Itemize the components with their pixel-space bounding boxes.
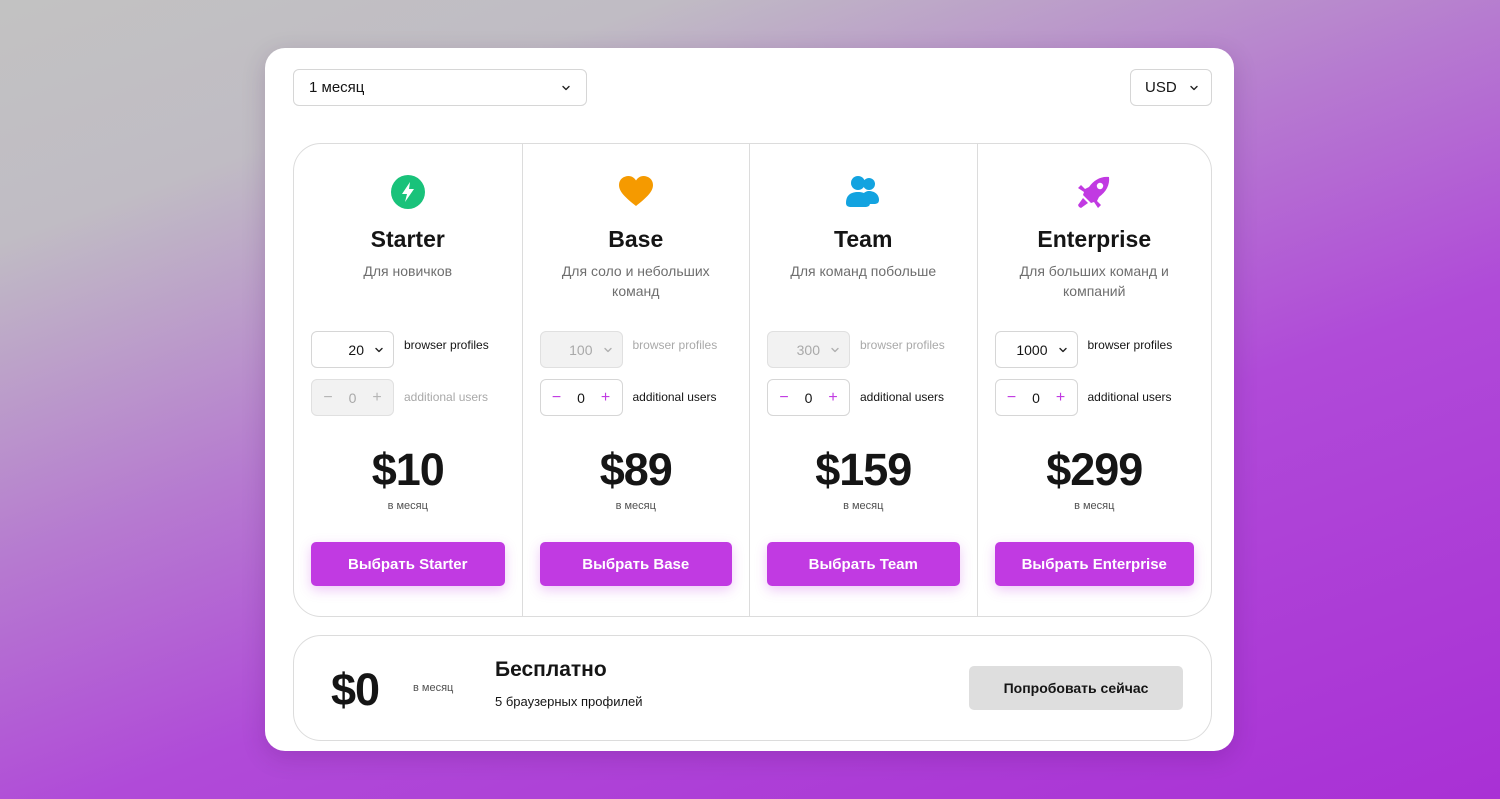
price-period: в месяц — [843, 500, 884, 512]
minus-button[interactable]: − — [549, 389, 565, 406]
price-period: в месяц — [1074, 500, 1115, 512]
chevron-down-icon — [831, 347, 839, 352]
price-period: в месяц — [615, 500, 656, 512]
users-stepper[interactable]: − 0 + — [311, 379, 394, 416]
plan-enterprise: Enterprise Для больших команд и компаний… — [976, 144, 1211, 616]
free-plan-period: в месяц — [413, 682, 454, 694]
profiles-select[interactable]: 300 — [767, 331, 850, 368]
profiles-select[interactable]: 1000 — [994, 331, 1078, 368]
users-value: 0 — [804, 389, 813, 406]
profiles-value: 100 — [569, 341, 593, 358]
users-value: 0 — [577, 389, 585, 406]
users-stepper[interactable]: − 0 + — [767, 379, 850, 416]
plus-button[interactable]: + — [597, 389, 613, 406]
plan-starter: Starter Для новичков 20 browser profiles… — [294, 144, 522, 616]
plus-button[interactable]: + — [825, 389, 841, 406]
plan-team: Team Для команд побольше 300 browser pro… — [749, 144, 977, 616]
plan-price: $159 — [815, 444, 912, 495]
profiles-select[interactable]: 100 — [539, 331, 623, 368]
minus-button[interactable]: − — [776, 389, 792, 406]
free-plan-panel: $0 в месяц Бесплатно 5 браузерных профил… — [293, 635, 1212, 741]
plus-button[interactable]: + — [369, 389, 385, 406]
choose-enterprise-button[interactable]: Выбрать Enterprise — [994, 542, 1194, 586]
minus-button[interactable]: − — [1004, 389, 1020, 406]
pricing-card: 1 месяц USD Starter Для новичков 20 brow… — [265, 48, 1234, 751]
plan-description: Для команд побольше — [790, 263, 937, 279]
price-period: в месяц — [387, 500, 428, 512]
users-label: additional users — [860, 390, 945, 404]
chevron-down-icon — [1058, 347, 1067, 352]
plan-price: $299 — [1046, 444, 1143, 495]
users-label: additional users — [404, 390, 489, 404]
users-label: additional users — [632, 390, 717, 404]
users-value: 0 — [1032, 389, 1040, 406]
profiles-label: browser profiles — [632, 338, 718, 352]
users-value: 0 — [348, 389, 357, 406]
currency-select[interactable]: USD — [1130, 69, 1212, 106]
plan-name: Team — [834, 226, 893, 252]
rocket-icon — [1076, 174, 1112, 210]
chevron-down-icon — [603, 347, 612, 352]
plan-price: $10 — [371, 444, 445, 495]
plans-grid: Starter Для новичков 20 browser profiles… — [293, 143, 1212, 617]
choose-starter-button[interactable]: Выбрать Starter — [311, 542, 505, 586]
lightning-icon — [390, 174, 426, 210]
plan-name: Base — [608, 226, 664, 252]
users-label: additional users — [1087, 390, 1172, 404]
chevron-down-icon — [562, 85, 570, 90]
plan-description: Для больших команд и компаний — [1019, 263, 1169, 299]
profiles-label: browser profiles — [1087, 338, 1173, 352]
profiles-value: 1000 — [1016, 341, 1048, 358]
minus-button[interactable]: − — [320, 389, 336, 406]
plan-base: Base Для соло и небольших команд 100 bro… — [521, 144, 750, 616]
free-plan-price: $0 — [331, 664, 380, 715]
users-icon — [845, 174, 881, 210]
plan-description: Для новичков — [363, 263, 453, 279]
plan-price: $89 — [599, 444, 673, 495]
profiles-select[interactable]: 20 — [311, 331, 394, 368]
currency-select-value: USD — [1145, 79, 1177, 96]
profiles-label: browser profiles — [404, 338, 489, 352]
choose-base-button[interactable]: Выбрать Base — [539, 542, 732, 586]
users-stepper[interactable]: − 0 + — [539, 379, 623, 416]
period-select[interactable]: 1 месяц — [293, 69, 587, 106]
profiles-value: 300 — [796, 341, 820, 358]
free-plan-subtitle: 5 браузерных профилей — [495, 694, 643, 709]
profiles-value: 20 — [348, 341, 364, 358]
choose-team-button[interactable]: Выбрать Team — [767, 542, 960, 586]
free-plan-title: Бесплатно — [495, 658, 607, 681]
plan-description: Для соло и небольших команд — [561, 263, 710, 299]
users-stepper[interactable]: − 0 + — [994, 379, 1078, 416]
try-now-button[interactable]: Попробовать сейчас — [969, 666, 1183, 710]
chevron-down-icon — [1190, 85, 1198, 90]
plan-name: Enterprise — [1037, 226, 1152, 252]
plan-name: Starter — [370, 226, 445, 252]
profiles-label: browser profiles — [860, 338, 945, 352]
period-select-value: 1 месяц — [309, 79, 365, 96]
heart-icon — [618, 174, 654, 210]
chevron-down-icon — [375, 347, 383, 352]
plus-button[interactable]: + — [1052, 389, 1068, 406]
